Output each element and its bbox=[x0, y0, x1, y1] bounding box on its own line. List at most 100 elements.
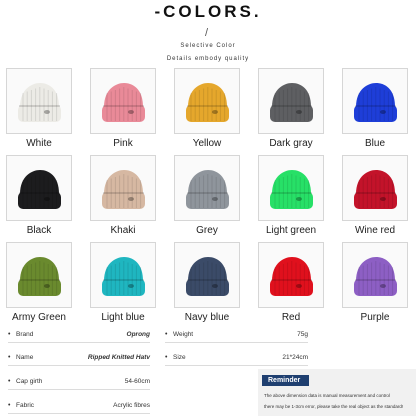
color-swatch-tile[interactable] bbox=[342, 155, 408, 221]
spec-row-weight: • Weight 75g bbox=[165, 325, 308, 343]
color-label: Light blue bbox=[101, 312, 145, 323]
color-swatch-tile[interactable] bbox=[6, 68, 72, 134]
color-option-navy-blue[interactable]: Navy blue bbox=[174, 242, 240, 323]
divider-line bbox=[8, 342, 150, 343]
beanie-hat-icon bbox=[354, 83, 397, 122]
color-swatch-tile[interactable] bbox=[90, 242, 156, 308]
color-option-red[interactable]: Red bbox=[258, 242, 324, 323]
beanie-hat-icon bbox=[186, 257, 229, 296]
color-label: Army Green bbox=[12, 312, 66, 323]
color-swatch-tile[interactable] bbox=[258, 155, 324, 221]
color-option-black[interactable]: Black bbox=[6, 155, 72, 236]
spec-value: Oprong bbox=[126, 331, 150, 338]
spec-value: 54-60cm bbox=[124, 378, 150, 385]
ripped-hole bbox=[44, 110, 50, 114]
bullet-icon: • bbox=[8, 354, 11, 361]
ripped-hole bbox=[212, 197, 218, 201]
divider-line bbox=[165, 342, 308, 343]
spec-label: Brand bbox=[16, 331, 34, 338]
color-option-blue[interactable]: Blue bbox=[342, 68, 408, 149]
page-title: -COLORS. bbox=[154, 2, 262, 21]
ripped-hole bbox=[128, 110, 134, 114]
ripped-hole bbox=[380, 110, 386, 114]
spec-row-size: • Size 21*24cm bbox=[165, 348, 308, 366]
color-swatch-tile[interactable] bbox=[342, 242, 408, 308]
ripped-hole bbox=[296, 197, 302, 201]
color-label: White bbox=[26, 138, 52, 149]
spec-value: 75g bbox=[297, 331, 308, 338]
color-swatch-tile[interactable] bbox=[174, 242, 240, 308]
ripped-hole bbox=[128, 284, 134, 288]
beanie-hat-icon bbox=[270, 170, 313, 209]
beanie-hat-icon bbox=[186, 83, 229, 122]
color-swatch-tile[interactable] bbox=[6, 242, 72, 308]
color-swatch-tile[interactable] bbox=[90, 155, 156, 221]
spec-row-cap-girth: • Cap girth 54-60cm bbox=[8, 372, 150, 390]
color-option-pink[interactable]: Pink bbox=[90, 68, 156, 149]
reminder-badge: Reminder bbox=[262, 375, 310, 386]
color-option-dark-gray[interactable]: Dark gray bbox=[258, 68, 324, 149]
beanie-hat-icon bbox=[102, 170, 145, 209]
subtitle-details-quality: Details embody quality bbox=[166, 56, 250, 62]
bullet-icon: • bbox=[165, 331, 168, 338]
spec-label: Name bbox=[16, 354, 34, 361]
beanie-hat-icon bbox=[18, 83, 61, 122]
color-option-light-blue[interactable]: Light blue bbox=[90, 242, 156, 323]
color-swatch-tile[interactable] bbox=[342, 68, 408, 134]
color-label: Light green bbox=[265, 225, 317, 236]
beanie-hat-icon bbox=[18, 170, 61, 209]
bullet-icon: • bbox=[165, 354, 168, 361]
color-swatch-tile[interactable] bbox=[174, 155, 240, 221]
spec-row-name: • Name Ripped Knitted Hatv bbox=[8, 348, 150, 366]
ripped-hole bbox=[380, 197, 386, 201]
divider-line bbox=[8, 413, 150, 414]
color-swatch-tile[interactable] bbox=[258, 242, 324, 308]
beanie-hat-icon bbox=[354, 170, 397, 209]
color-swatch-tile[interactable] bbox=[90, 68, 156, 134]
ripped-hole bbox=[296, 284, 302, 288]
ripped-hole bbox=[44, 284, 50, 288]
color-label: Black bbox=[26, 225, 52, 236]
spec-value: Acrylic fibres bbox=[113, 402, 150, 409]
color-option-wine-red[interactable]: Wine red bbox=[342, 155, 408, 236]
spec-label: Fabric bbox=[16, 402, 35, 409]
color-option-white[interactable]: White bbox=[6, 68, 72, 149]
color-label: Khaki bbox=[110, 225, 136, 236]
spec-value: Ripped Knitted Hatv bbox=[87, 354, 150, 361]
reminder-box: Reminder The above dimension data is man… bbox=[258, 369, 416, 416]
color-swatch-tile[interactable] bbox=[258, 68, 324, 134]
beanie-hat-icon bbox=[18, 257, 61, 296]
bullet-icon: • bbox=[8, 331, 11, 338]
ripped-hole bbox=[296, 110, 302, 114]
spec-label: Cap girth bbox=[16, 378, 43, 385]
divider-line bbox=[8, 389, 150, 390]
color-label: Purple bbox=[360, 312, 390, 323]
beanie-hat-icon bbox=[102, 83, 145, 122]
color-label: Wine red bbox=[354, 225, 395, 236]
beanie-hat-icon bbox=[354, 257, 397, 296]
color-option-purple[interactable]: Purple bbox=[342, 242, 408, 323]
title-divider: / bbox=[205, 27, 209, 39]
color-option-grey[interactable]: Grey bbox=[174, 155, 240, 236]
color-swatch-tile[interactable] bbox=[174, 68, 240, 134]
color-option-khaki[interactable]: Khaki bbox=[90, 155, 156, 236]
color-option-light-green[interactable]: Light green bbox=[258, 155, 324, 236]
spec-label: Weight bbox=[173, 331, 194, 338]
color-swatch-tile[interactable] bbox=[6, 155, 72, 221]
color-label: Pink bbox=[113, 138, 133, 149]
reminder-text-line-2: there may be 1-3cm error, please take th… bbox=[264, 404, 404, 409]
divider-line bbox=[8, 365, 150, 366]
bullet-icon: • bbox=[8, 402, 11, 409]
divider-line bbox=[165, 365, 308, 366]
color-label: Navy blue bbox=[184, 312, 230, 323]
spec-value: 21*24cm bbox=[282, 354, 308, 361]
spec-row-brand: • Brand Oprong bbox=[8, 325, 150, 343]
beanie-hat-icon bbox=[270, 83, 313, 122]
color-option-yellow[interactable]: Yellow bbox=[174, 68, 240, 149]
color-option-army-green[interactable]: Army Green bbox=[6, 242, 72, 323]
bullet-icon: • bbox=[8, 378, 11, 385]
ripped-hole bbox=[128, 197, 134, 201]
color-label: Blue bbox=[364, 138, 385, 149]
ripped-hole bbox=[212, 284, 218, 288]
beanie-hat-icon bbox=[270, 257, 313, 296]
